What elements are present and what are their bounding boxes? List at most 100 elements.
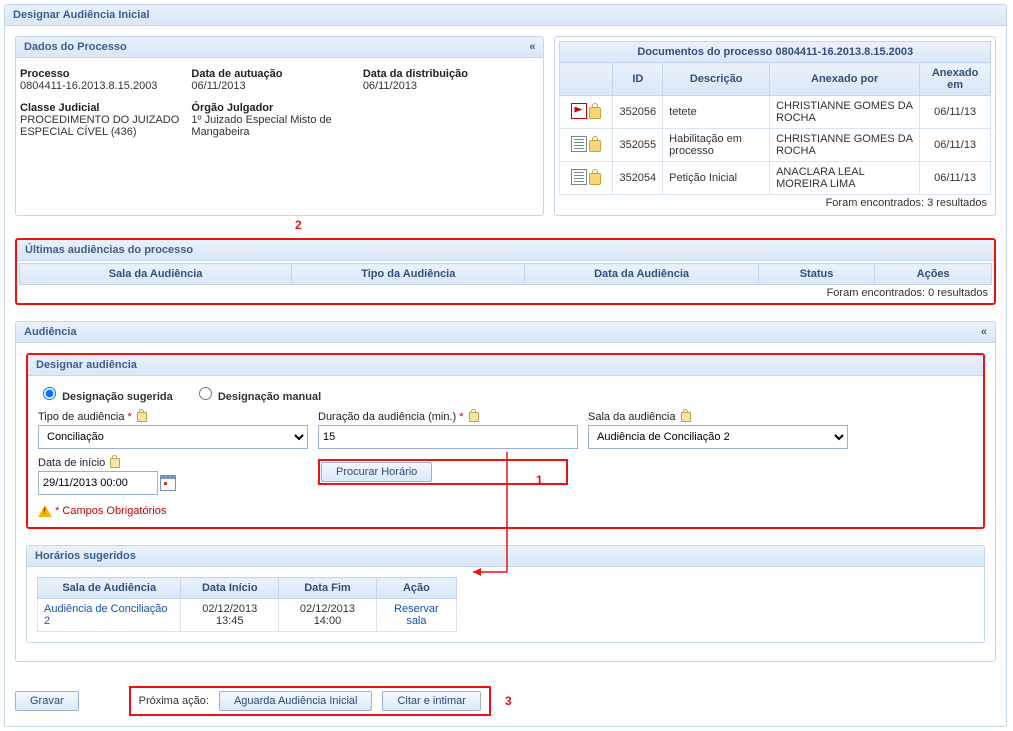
main-panel-header: Designar Audiência Inicial bbox=[5, 5, 1006, 26]
h-col-sala: Sala de Audiência bbox=[38, 578, 181, 599]
data-inicio-input[interactable] bbox=[38, 471, 158, 495]
ultimas-table: Sala da Audiência Tipo da Audiência Data… bbox=[19, 263, 992, 285]
procurar-horario-button[interactable]: Procurar Horário bbox=[321, 462, 432, 482]
doc-desc: Petição Inicial bbox=[663, 162, 770, 195]
table-row: Audiência de Conciliação 2 02/12/2013 13… bbox=[38, 599, 457, 632]
proxima-acao-label: Próxima ação: bbox=[139, 695, 209, 707]
radio-sugerida-input[interactable] bbox=[43, 387, 56, 400]
doc-por: CHRISTIANNE GOMES DA ROCHA bbox=[770, 129, 920, 162]
sala-label: Sala da audiência bbox=[588, 411, 838, 423]
orgao-value: 1º Juizado Especial Misto de Mangabeira bbox=[191, 114, 362, 138]
ultimas-col-sala: Sala da Audiência bbox=[20, 264, 292, 285]
sala-select[interactable]: Audiência de Conciliação 2 bbox=[588, 425, 848, 449]
docs-table: ID Descrição Anexado por Anexado em 3520… bbox=[559, 62, 991, 195]
lock-icon bbox=[589, 140, 601, 152]
annotation-2: 2 bbox=[295, 218, 302, 232]
table-row: 352054Petição InicialANACLARA LEAL MOREI… bbox=[560, 162, 991, 195]
lock-icon bbox=[681, 412, 691, 422]
docs-col-em: Anexado em bbox=[920, 63, 991, 96]
ultimas-col-acoes: Ações bbox=[875, 264, 992, 285]
audiencia-body: Designar audiência Designação sugerida D… bbox=[16, 343, 995, 661]
table-row: 352055Habilitação em processoCHRISTIANNE… bbox=[560, 129, 991, 162]
doc-por: CHRISTIANNE GOMES DA ROCHA bbox=[770, 96, 920, 129]
documentos-panel: Documentos do processo 0804411-16.2013.8… bbox=[554, 36, 996, 216]
duracao-label: Duração da audiência (min.) * bbox=[318, 411, 568, 423]
dados-do-processo-panel: Dados do Processo « Processo 0804411-16.… bbox=[15, 36, 544, 216]
orgao-label: Órgão Julgador bbox=[191, 102, 362, 114]
radio-sugerida[interactable]: Designação sugerida bbox=[38, 391, 173, 403]
docs-footer: Foram encontrados: 3 resultados bbox=[559, 195, 991, 211]
audiencia-title: Audiência bbox=[24, 326, 77, 338]
h-fim: 02/12/2013 14:00 bbox=[279, 599, 377, 632]
gravar-button[interactable]: Gravar bbox=[15, 691, 79, 711]
table-row: 352056teteteCHRISTIANNE GOMES DA ROCHA06… bbox=[560, 96, 991, 129]
radio-manual[interactable]: Designação manual bbox=[194, 391, 321, 403]
h-col-fim: Data Fim bbox=[279, 578, 377, 599]
doc-desc: Habilitação em processo bbox=[663, 129, 770, 162]
docs-col-icons bbox=[560, 63, 613, 96]
doc-em: 06/11/13 bbox=[920, 129, 991, 162]
autuacao-label: Data de autuação bbox=[191, 68, 362, 80]
tipo-select[interactable]: Conciliação bbox=[38, 425, 308, 449]
doc-id: 352056 bbox=[613, 96, 663, 129]
page-title: Designar Audiência Inicial bbox=[13, 9, 150, 21]
lock-icon bbox=[589, 107, 601, 119]
ultimas-col-data: Data da Audiência bbox=[525, 264, 758, 285]
doc-type-icon[interactable] bbox=[571, 103, 587, 119]
warning-icon bbox=[38, 505, 52, 517]
distrib-label: Data da distribuição bbox=[363, 68, 534, 80]
lock-icon bbox=[137, 412, 147, 422]
classe-label: Classe Judicial bbox=[20, 102, 191, 114]
classe-value: PROCEDIMENTO DO JUIZADO ESPECIAL CÍVEL (… bbox=[20, 114, 191, 138]
ultimas-footer: Foram encontrados: 0 resultados bbox=[19, 285, 992, 301]
data-inicio-label: Data de início bbox=[38, 457, 298, 469]
duracao-input[interactable] bbox=[318, 425, 578, 449]
h-col-inicio: Data Início bbox=[181, 578, 279, 599]
processo-label: Processo bbox=[20, 68, 191, 80]
h-col-acao: Ação bbox=[376, 578, 456, 599]
doc-id: 352055 bbox=[613, 129, 663, 162]
citar-button[interactable]: Citar e intimar bbox=[382, 691, 480, 711]
horarios-panel: Horários sugeridos Sala de Audiência Dat… bbox=[26, 545, 985, 643]
collapse-icon[interactable]: « bbox=[529, 41, 535, 53]
dados-body: Processo 0804411-16.2013.8.15.2003 Data … bbox=[16, 58, 543, 152]
ultimas-col-status: Status bbox=[758, 264, 875, 285]
radio-manual-input[interactable] bbox=[199, 387, 212, 400]
doc-desc: tetete bbox=[663, 96, 770, 129]
main-panel: Designar Audiência Inicial Dados do Proc… bbox=[4, 4, 1007, 727]
designar-panel: Designar audiência Designação sugerida D… bbox=[26, 353, 985, 529]
ultimas-title: Últimas audiências do processo bbox=[25, 244, 193, 256]
h-sala-link[interactable]: Audiência de Conciliação 2 bbox=[44, 603, 168, 627]
distrib-value: 06/11/2013 bbox=[363, 80, 534, 92]
horarios-title: Horários sugeridos bbox=[35, 550, 136, 562]
processo-value: 0804411-16.2013.8.15.2003 bbox=[20, 80, 191, 92]
docs-col-desc: Descrição bbox=[663, 63, 770, 96]
designar-title: Designar audiência bbox=[36, 359, 137, 371]
audiencia-header: Audiência « bbox=[16, 322, 995, 343]
doc-type-icon[interactable] bbox=[571, 136, 587, 152]
doc-type-icon[interactable] bbox=[571, 169, 587, 185]
lock-icon bbox=[589, 173, 601, 185]
audiencia-panel: Audiência « Designar audiência Designaçã… bbox=[15, 321, 996, 662]
tipo-label: Tipo de audiência * bbox=[38, 411, 298, 423]
ultimas-header: Últimas audiências do processo bbox=[17, 240, 994, 261]
lock-icon bbox=[469, 412, 479, 422]
doc-em: 06/11/13 bbox=[920, 162, 991, 195]
reservar-sala-link[interactable]: Reservar sala bbox=[394, 603, 439, 627]
collapse-icon[interactable]: « bbox=[981, 326, 987, 338]
annotation-3: 3 bbox=[505, 694, 512, 708]
horarios-table: Sala de Audiência Data Início Data Fim A… bbox=[37, 577, 457, 632]
autuacao-value: 06/11/2013 bbox=[191, 80, 362, 92]
bottom-bar: Gravar Próxima ação: Aguarda Audiência I… bbox=[5, 680, 1006, 726]
campos-obrigatorios: * Campos Obrigatórios bbox=[55, 505, 166, 517]
main-panel-body: Dados do Processo « Processo 0804411-16.… bbox=[5, 26, 1006, 680]
docs-caption: Documentos do processo 0804411-16.2013.8… bbox=[559, 41, 991, 62]
doc-em: 06/11/13 bbox=[920, 96, 991, 129]
designar-radio-row: Designação sugerida Designação manual bbox=[28, 376, 983, 407]
h-inicio: 02/12/2013 13:45 bbox=[181, 599, 279, 632]
dados-title: Dados do Processo bbox=[24, 41, 127, 53]
horarios-header: Horários sugeridos bbox=[27, 546, 984, 567]
aguarda-button[interactable]: Aguarda Audiência Inicial bbox=[219, 691, 373, 711]
docs-col-por: Anexado por bbox=[770, 63, 920, 96]
calendar-icon[interactable] bbox=[160, 475, 176, 491]
